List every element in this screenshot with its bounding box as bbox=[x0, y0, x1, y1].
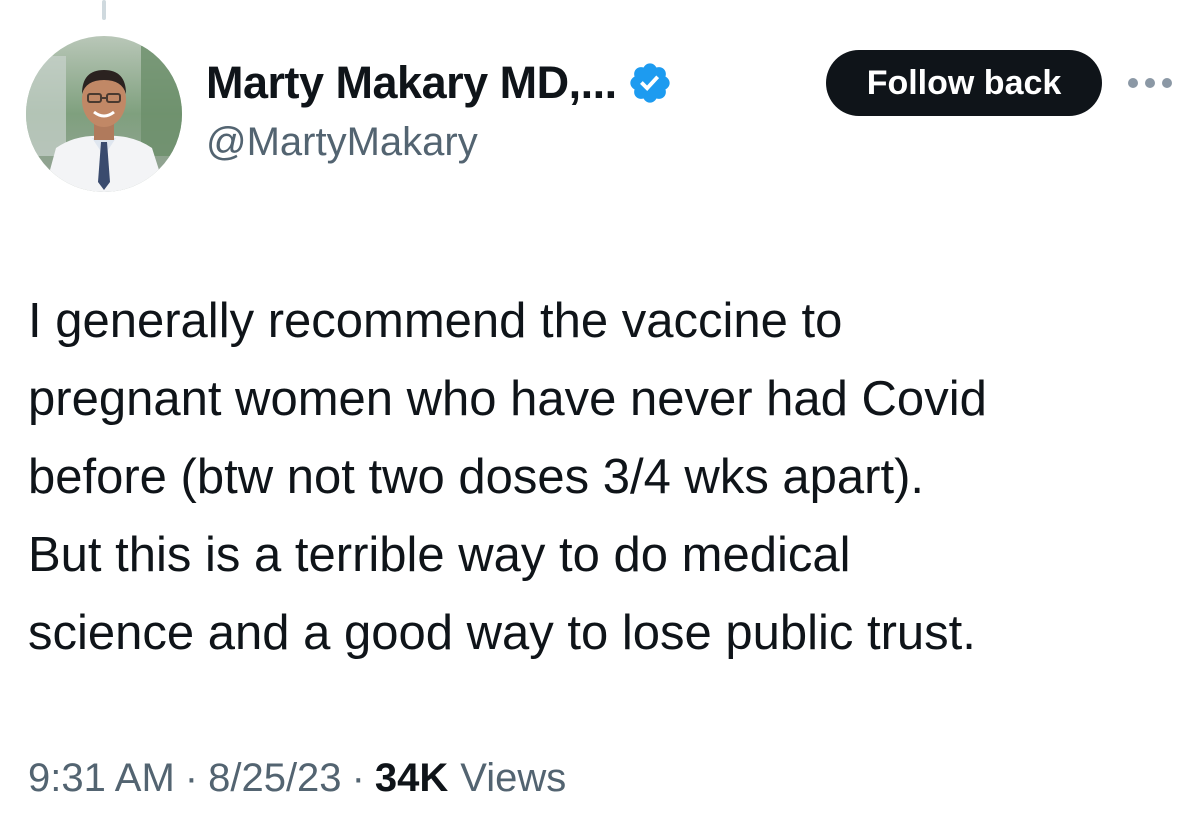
views-label: Views bbox=[460, 755, 567, 800]
author-display-name[interactable]: Marty Makary MD,... bbox=[206, 57, 617, 109]
tweet-text: I generally recommend the vaccine to pre… bbox=[28, 294, 987, 660]
author-name-row: Marty Makary MD,... bbox=[206, 52, 673, 114]
more-options-icon[interactable] bbox=[1128, 76, 1172, 90]
views-count[interactable]: 34K bbox=[375, 756, 448, 801]
avatar[interactable] bbox=[26, 36, 182, 192]
tweet-date[interactable]: 8/25/23 bbox=[208, 756, 341, 801]
thread-connector-line bbox=[102, 0, 106, 20]
avatar-photo bbox=[26, 36, 182, 192]
more-dot bbox=[1162, 78, 1172, 88]
meta-separator: · bbox=[351, 755, 365, 800]
author-handle[interactable]: @MartyMakary bbox=[206, 120, 478, 165]
meta-separator: · bbox=[184, 755, 199, 800]
verified-badge-icon[interactable] bbox=[627, 60, 673, 106]
more-dot bbox=[1128, 78, 1138, 88]
follow-back-button[interactable]: Follow back bbox=[826, 50, 1102, 116]
tweet-meta: 9:31 AM · 8/25/23 · 34K Views bbox=[28, 748, 566, 808]
tweet-time[interactable]: 9:31 AM bbox=[28, 756, 175, 801]
more-dot bbox=[1145, 78, 1155, 88]
